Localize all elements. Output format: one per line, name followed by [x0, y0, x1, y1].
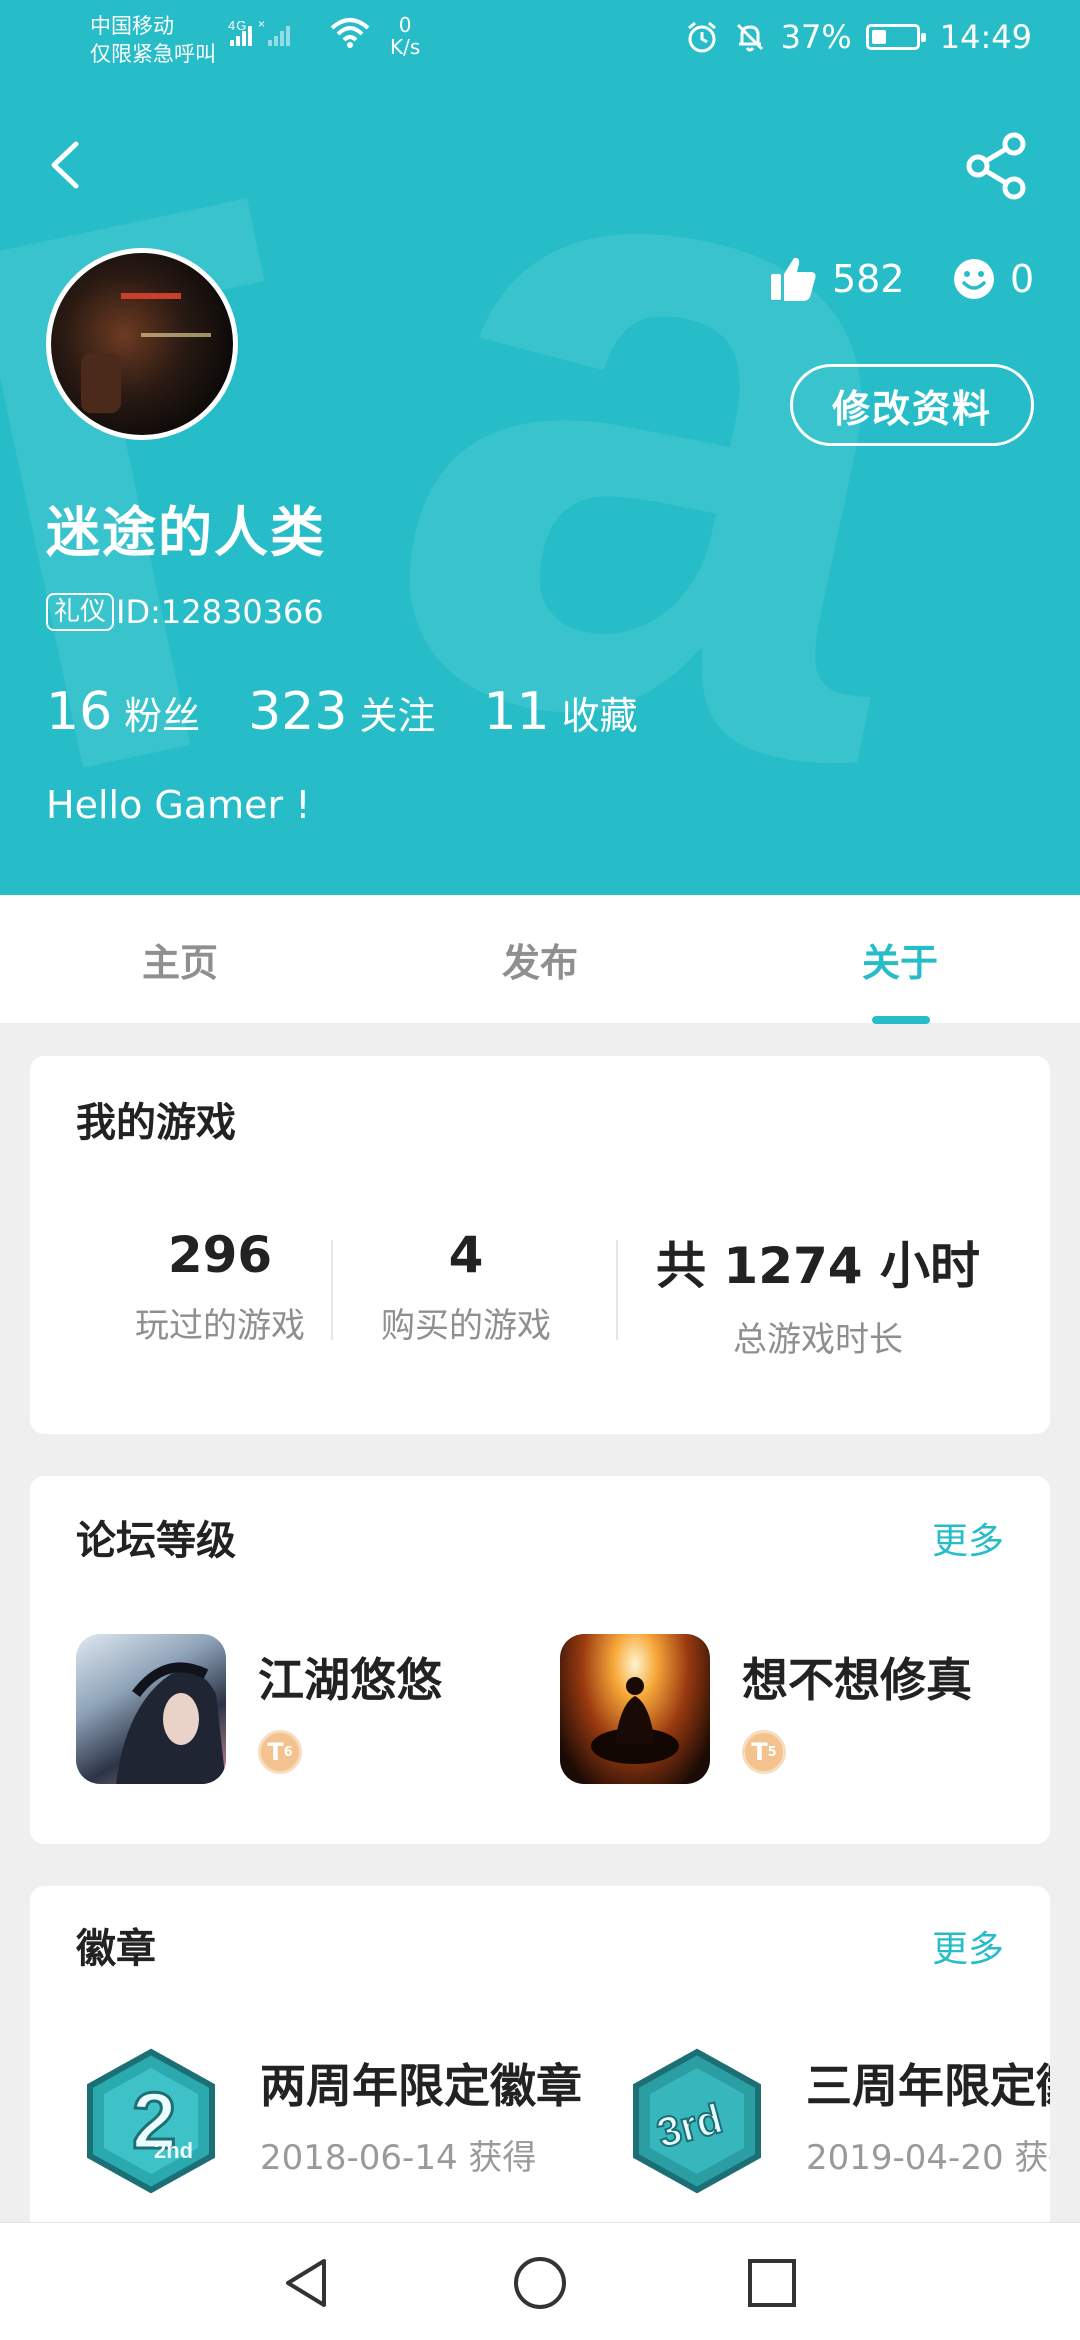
played-games-stat[interactable]: 296 玩过的游戏	[70, 1226, 370, 1347]
triangle-back-icon	[286, 2259, 326, 2307]
circle-home-icon	[514, 2257, 566, 2309]
badge-item[interactable]: 3rd 三周年限定徽章 2019-04-20 获得	[622, 2046, 1050, 2196]
back-arrow-icon	[51, 141, 79, 189]
mute-bell-icon	[736, 23, 763, 52]
username: 迷途的人类	[46, 501, 326, 564]
badge-item[interactable]: 2 2nd 两周年限定徽章 2018-06-14 获得	[76, 2046, 616, 2196]
stat-value: 296	[167, 1226, 273, 1284]
forum-level-card: 论坛等级 更多 江湖悠悠 T6 想不想修真 T5	[30, 1476, 1050, 1844]
bio-text: Hello Gamer !	[46, 783, 311, 827]
emergency-only-text: 仅限紧急呼叫	[90, 42, 216, 66]
avatar[interactable]	[46, 248, 238, 440]
like-count: 582	[832, 257, 905, 301]
share-button[interactable]	[962, 130, 1034, 202]
anniversary-badge-icon: 2 2nd	[76, 2046, 226, 2196]
favor-stat[interactable]: 0	[952, 250, 1034, 308]
badge-date: 2019-04-20 获得	[806, 2138, 1050, 2178]
game-icon	[76, 1634, 226, 1784]
game-name: 想不想修真	[742, 1653, 972, 1707]
my-games-card: 我的游戏 296 玩过的游戏 4 购买的游戏 共 1274 小时 总游戏时长	[30, 1056, 1050, 1434]
stat-value: 4	[448, 1226, 484, 1284]
card-title: 徽章	[76, 1926, 156, 1972]
following-count[interactable]: 323	[248, 682, 347, 742]
battery-percent: 37%	[780, 18, 852, 56]
profile-tabs: 主页 发布 关于	[0, 895, 1080, 1023]
square-recents-icon	[748, 2259, 796, 2307]
system-navigation-bar	[0, 2222, 1080, 2340]
followers-label[interactable]: 粉丝	[124, 685, 200, 740]
carrier-info: 中国移动 仅限紧急呼叫	[90, 12, 216, 68]
following-label[interactable]: 关注	[359, 685, 435, 740]
nav-home-button[interactable]	[510, 2253, 570, 2313]
forum-level-item[interactable]: 江湖悠悠 T6	[76, 1634, 516, 1784]
smiley-icon	[954, 259, 994, 299]
stat-label: 玩过的游戏	[135, 1306, 305, 1346]
level-badge-icon: T6	[258, 1730, 302, 1774]
share-icon	[966, 132, 1026, 200]
followers-count[interactable]: 16	[46, 682, 112, 742]
like-stat[interactable]: 582	[768, 250, 905, 308]
collections-label[interactable]: 收藏	[562, 685, 638, 740]
playtime-stat[interactable]: 共 1274 小时 总游戏时长	[630, 1226, 1006, 1361]
card-title: 我的游戏	[76, 1100, 236, 1146]
wifi-icon	[330, 14, 370, 56]
user-id: ID:12830366	[116, 593, 324, 631]
signal-icon: 4G ×	[228, 14, 308, 56]
level-number: 5	[767, 1744, 777, 1760]
divider	[331, 1240, 333, 1340]
status-bar: 中国移动 仅限紧急呼叫 4G × 0 K/s 37% 14:49	[0, 0, 1080, 80]
network-type-label: 4G	[228, 18, 247, 33]
badge-name: 三周年限定徽章	[806, 2059, 1050, 2113]
svg-text:×: ×	[258, 17, 266, 31]
user-id-row: 礼仪 ID:12830366	[46, 593, 324, 631]
badge-name: 两周年限定徽章	[260, 2059, 582, 2113]
net-speed-value: 0	[398, 13, 412, 37]
status-right: 37% 14:49	[685, 18, 1032, 56]
tab-about[interactable]: 关于	[800, 895, 1000, 1023]
card-title: 论坛等级	[76, 1518, 236, 1564]
alarm-icon	[687, 21, 716, 53]
stat-label: 总游戏时长	[733, 1320, 903, 1360]
divider	[616, 1240, 618, 1340]
more-link[interactable]: 更多	[932, 1512, 1004, 1564]
tab-home[interactable]: 主页	[80, 895, 280, 1023]
badge-date: 2018-06-14 获得	[260, 2138, 537, 2178]
tab-posts[interactable]: 发布	[440, 895, 640, 1023]
level-number: 6	[283, 1744, 293, 1760]
back-button[interactable]	[40, 130, 100, 200]
etiquette-tag: 礼仪	[46, 593, 115, 631]
clock: 14:49	[939, 18, 1032, 56]
badge-emblem-text: 2nd	[154, 2138, 193, 2163]
profile-header: T a 中国移动 仅限紧急呼叫 4G × 0 K/s 37% 14:49 582…	[0, 0, 1080, 895]
background-watermark: a	[320, 0, 1020, 895]
anniversary-badge-icon: 3rd	[622, 2046, 772, 2196]
game-icon	[560, 1634, 710, 1784]
game-name: 江湖悠悠	[258, 1653, 442, 1707]
thumbs-up-icon	[771, 257, 816, 301]
nav-back-button[interactable]	[278, 2253, 338, 2313]
forum-level-item[interactable]: 想不想修真 T5	[560, 1634, 1020, 1784]
nav-recents-button[interactable]	[742, 2253, 802, 2313]
favor-count: 0	[1010, 257, 1035, 301]
net-speed: 0 K/s	[390, 14, 420, 58]
edit-profile-button[interactable]: 修改资料	[790, 364, 1034, 446]
active-tab-indicator	[872, 1016, 930, 1024]
net-speed-unit: K/s	[390, 35, 421, 59]
follow-counts: 16 粉丝 323 关注 11 收藏	[46, 682, 686, 742]
stat-value: 共 1274 小时	[656, 1237, 980, 1295]
battery-icon	[865, 24, 926, 50]
stat-label: 购买的游戏	[381, 1306, 551, 1346]
collections-count[interactable]: 11	[483, 682, 549, 742]
purchased-games-stat[interactable]: 4 购买的游戏	[336, 1226, 596, 1347]
more-link[interactable]: 更多	[932, 1920, 1004, 1972]
level-badge-icon: T5	[742, 1730, 786, 1774]
carrier-name: 中国移动	[90, 14, 174, 38]
